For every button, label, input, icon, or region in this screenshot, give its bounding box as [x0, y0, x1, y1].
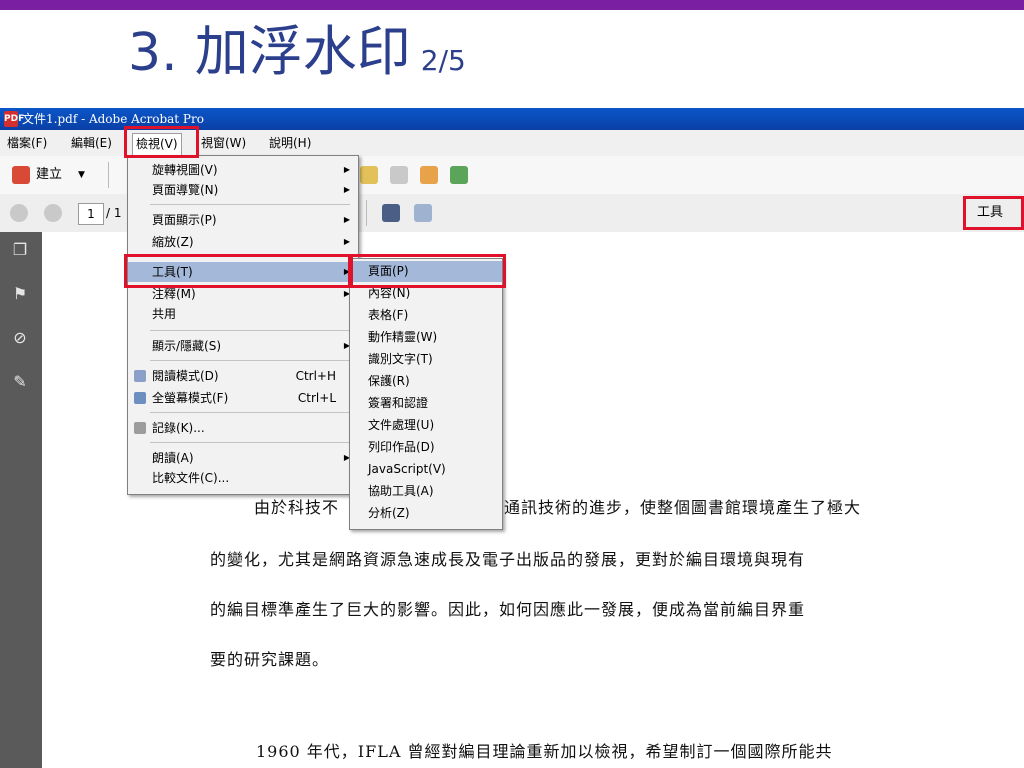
paragraph-line: 由於科技不: [254, 498, 340, 517]
window-title: 文件1.pdf - Adobe Acrobat Pro: [22, 112, 204, 126]
create-button[interactable]: 建立: [36, 165, 62, 185]
share-tool-icon[interactable]: [450, 166, 468, 184]
menu-window[interactable]: 視窗(W): [198, 133, 249, 153]
tools-pane-button[interactable]: 工具: [977, 203, 1003, 223]
menu-separator: [150, 442, 350, 443]
comment-tool-icon[interactable]: [360, 166, 378, 184]
menu-item-share[interactable]: 共用: [128, 304, 358, 324]
navigation-panel: ❐ ⚑ ⊘ ✎: [0, 232, 42, 768]
slide-page-number: 2/5: [420, 44, 466, 77]
tools-submenu: 頁面(P) 內容(N) 表格(F) 動作精靈(W) 識別文字(T) 保護(R) …: [349, 258, 503, 530]
submenu-item-sign-certify[interactable]: 簽署和認證: [350, 393, 502, 414]
menu-separator: [150, 412, 350, 413]
paragraph-line: 的變化，尤其是網路資源急速成長及電子出版品的發展，更對於編目環境與現有: [210, 550, 806, 569]
menu-separator: [150, 360, 350, 361]
submenu-item-recognize-text[interactable]: 識別文字(T): [350, 349, 502, 370]
menu-item-comment[interactable]: 注釋(M) ▶: [128, 284, 358, 304]
read-mode-icon: [134, 370, 146, 382]
toolbar-divider: [108, 162, 109, 188]
menu-bar: 檔案(F) 編輯(E) 檢視(V) 視窗(W) 說明(H): [0, 130, 1024, 157]
view-menu-dropdown: 旋轉視圖(V) ▶ 頁面導覽(N) ▶ 頁面顯示(P) ▶ 縮放(Z) ▶ 工具(T) ▶…: [127, 155, 359, 495]
menu-item-zoom[interactable]: 縮放(Z) ▶: [128, 232, 358, 252]
menu-view[interactable]: 檢視(V): [132, 133, 182, 156]
paragraph-line: 的編目標準產生了巨大的影響。因此，如何因應此一發展，便成為當前編目界重: [210, 600, 806, 619]
menu-item-page-display[interactable]: 頁面顯示(P) ▶: [128, 210, 358, 230]
menu-item-tracker[interactable]: 記錄(K)...: [128, 418, 358, 438]
paragraph-line: 通訊技術的進步，使整個圖書館環境產生了極大: [504, 498, 862, 517]
menu-item-show-hide[interactable]: 顯示/隱藏(S) ▶: [128, 336, 358, 356]
pages-panel-icon[interactable]: ❐: [10, 240, 30, 260]
menu-item-tools[interactable]: 工具(T) ▶: [128, 262, 358, 282]
menu-separator: [150, 330, 350, 331]
submenu-item-accessibility[interactable]: 協助工具(A): [350, 481, 502, 502]
menu-item-rotate-view[interactable]: 旋轉視圖(V) ▶: [128, 160, 358, 180]
submenu-item-document-processing[interactable]: 文件處理(U): [350, 415, 502, 436]
create-icon[interactable]: [12, 166, 30, 184]
full-screen-icon: [134, 392, 146, 404]
paragraph-line: 要的研究課題。: [210, 650, 330, 669]
chevron-down-icon[interactable]: ▼: [78, 165, 85, 185]
menu-separator: [150, 204, 350, 205]
submenu-item-protection[interactable]: 保護(R): [350, 371, 502, 392]
menu-item-page-navigation[interactable]: 頁面導覽(N) ▶: [128, 180, 358, 200]
paragraph-line: 1960 年代，IFLA 曾經對編目理論重新加以檢視，希望制訂一個國際所能共: [256, 742, 833, 761]
page-number-input[interactable]: 1: [78, 203, 104, 225]
nav-up-icon[interactable]: [10, 204, 28, 222]
export-tool-icon[interactable]: [420, 166, 438, 184]
top-accent-bar: [0, 0, 1024, 10]
submenu-item-pages[interactable]: 頁面(P): [350, 261, 502, 282]
submenu-item-content[interactable]: 內容(N): [350, 283, 502, 304]
menu-edit[interactable]: 編輯(E): [68, 133, 115, 153]
nav-down-icon[interactable]: [44, 204, 62, 222]
slide-title-text: 加浮水印: [194, 20, 411, 83]
attachment-panel-icon[interactable]: ⊘: [10, 328, 30, 348]
submenu-item-forms[interactable]: 表格(F): [350, 305, 502, 326]
menu-item-read-mode[interactable]: 閱讀模式(D) Ctrl+H: [128, 366, 358, 386]
window-titlebar: PDF 文件1.pdf - Adobe Acrobat Pro: [0, 108, 1024, 130]
menu-separator: [150, 254, 350, 255]
document-tool-icon[interactable]: [390, 166, 408, 184]
submenu-item-print-production[interactable]: 列印作品(D): [350, 437, 502, 458]
tracker-icon: [134, 422, 146, 434]
submenu-item-analyze[interactable]: 分析(Z): [350, 503, 502, 524]
fit-page-icon[interactable]: [414, 204, 432, 222]
submenu-item-action-wizard[interactable]: 動作精靈(W): [350, 327, 502, 348]
slide-title-number: 3.: [128, 23, 178, 83]
pdf-app-icon: PDF: [4, 111, 24, 127]
page-total: / 1: [106, 206, 122, 220]
menu-file[interactable]: 檔案(F): [4, 133, 50, 153]
slide-title: 3. 加浮水印 2/5: [128, 14, 466, 99]
menu-item-compare-documents[interactable]: 比較文件(C)...: [128, 468, 358, 488]
bookmark-panel-icon[interactable]: ⚑: [10, 284, 30, 304]
menu-item-full-screen[interactable]: 全螢幕模式(F) Ctrl+L: [128, 388, 358, 408]
save-icon[interactable]: [382, 204, 400, 222]
menu-help[interactable]: 說明(H): [266, 133, 314, 153]
toolbar-divider: [366, 200, 367, 226]
submenu-item-javascript[interactable]: JavaScript(V): [350, 459, 502, 480]
signature-panel-icon[interactable]: ✎: [10, 372, 30, 392]
menu-item-read-aloud[interactable]: 朗讀(A) ▶: [128, 448, 358, 468]
